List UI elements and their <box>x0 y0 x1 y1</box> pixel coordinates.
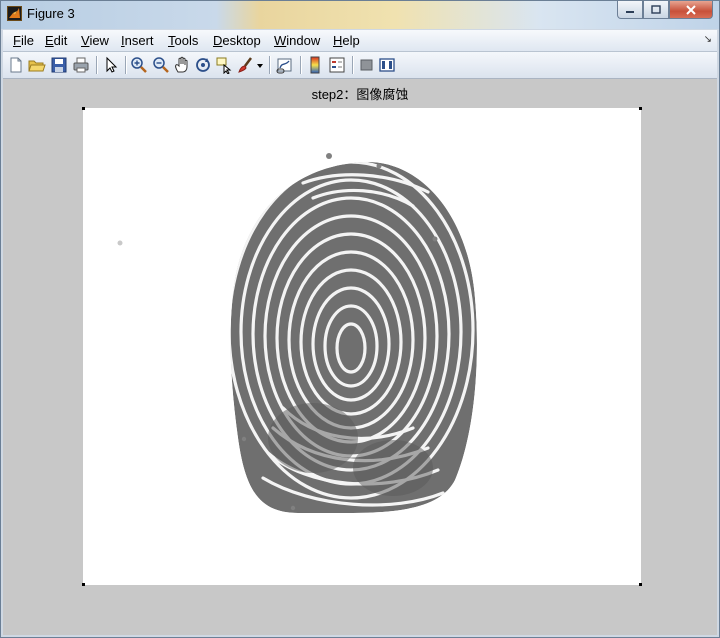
figure-window: Figure 3 File Edit View Insert Tools Des… <box>0 0 720 638</box>
zoom-out-icon[interactable] <box>152 56 170 74</box>
minimize-icon <box>626 10 634 13</box>
pan-hand-icon[interactable] <box>173 56 191 74</box>
maximize-button[interactable] <box>643 1 669 19</box>
toolbar-separator <box>352 56 354 74</box>
hide-plot-tools-icon[interactable] <box>358 56 376 74</box>
link-plot-icon[interactable] <box>276 56 294 74</box>
matlab-logo-icon <box>7 6 22 21</box>
close-button[interactable] <box>669 1 713 19</box>
menu-bar: File Edit View Insert Tools Desktop Wind… <box>3 30 717 52</box>
axes-title: step2：图像腐蚀 <box>311 87 409 102</box>
open-file-icon[interactable] <box>28 56 46 74</box>
figure-toolbar <box>3 52 717 79</box>
legend-icon[interactable] <box>328 56 346 74</box>
maximize-icon <box>651 5 661 14</box>
menu-help[interactable]: Help <box>333 33 360 48</box>
save-icon[interactable] <box>50 56 68 74</box>
title-bar[interactable]: Figure 3 <box>1 1 719 29</box>
print-icon[interactable] <box>72 56 90 74</box>
close-icon <box>686 4 696 15</box>
menu-desktop[interactable]: Desktop <box>213 33 261 48</box>
toolbar-separator <box>300 56 302 74</box>
rotate-3d-icon[interactable] <box>194 56 212 74</box>
menu-edit[interactable]: Edit <box>45 33 67 48</box>
toolbar-separator <box>96 56 98 74</box>
colorbar-icon[interactable] <box>306 56 324 74</box>
zoom-in-icon[interactable] <box>130 56 148 74</box>
window-title: Figure 3 <box>27 6 75 21</box>
edit-plot-arrow-icon[interactable] <box>102 56 120 74</box>
menu-tools[interactable]: Tools <box>168 33 198 48</box>
minimize-button[interactable] <box>617 1 643 19</box>
data-cursor-icon[interactable] <box>215 56 233 74</box>
menu-window[interactable]: Window <box>274 33 320 48</box>
show-plot-tools-icon[interactable] <box>378 56 396 74</box>
new-figure-icon[interactable] <box>7 56 25 74</box>
menu-file[interactable]: File <box>13 33 34 48</box>
menu-dock-arrow-icon[interactable]: ↘ <box>704 34 712 45</box>
figure-canvas: step2：图像腐蚀 <box>3 79 717 635</box>
brush-icon[interactable] <box>237 56 255 74</box>
menu-insert[interactable]: Insert <box>121 33 154 48</box>
image-axes[interactable] <box>82 107 642 586</box>
menu-view[interactable]: View <box>81 33 109 48</box>
eroded-fingerprint-image <box>117 153 477 513</box>
brush-dropdown-icon[interactable] <box>256 56 264 74</box>
toolbar-separator <box>269 56 271 74</box>
toolbar-separator <box>125 56 127 74</box>
